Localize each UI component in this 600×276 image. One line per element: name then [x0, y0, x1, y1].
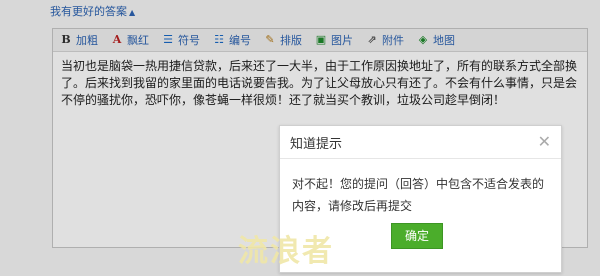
magic-wand-icon: ✎ — [265, 33, 275, 46]
toolbar-symbol-button[interactable]: ☰ 符号 — [161, 32, 200, 48]
bold-icon: B — [61, 33, 71, 46]
toolbar-bold-button[interactable]: B 加粗 — [59, 32, 98, 48]
toolbar-number-button[interactable]: ☷ 编号 — [212, 32, 251, 48]
toolbar-attachment-button[interactable]: ⇗ 附件 — [365, 32, 404, 48]
dialog-message: 对不起！您的提问（回答）中包含不适合发表的内容，请修改后再提交 — [292, 177, 545, 213]
font-color-icon: A — [112, 33, 122, 46]
better-answer-toggle[interactable]: 我有更好的答案 ▲ — [50, 3, 135, 19]
confirm-button[interactable]: 确定 — [391, 223, 443, 249]
toolbar-image-label: 图片 — [331, 34, 353, 47]
close-icon[interactable]: ✕ — [538, 134, 551, 150]
caret-up-icon: ▲ — [129, 8, 136, 17]
dialog-header: 知道提示 ✕ — [280, 126, 561, 159]
editor-text-area[interactable]: 当初也是脑袋一热用捷信贷款，后来还了一大半，由于工作原因换地址了，所有的联系方式… — [53, 52, 587, 115]
toolbar-bold-label: 加粗 — [76, 34, 98, 47]
attachment-icon: ⇗ — [367, 33, 377, 46]
toolbar-symbol-label: 符号 — [178, 34, 200, 47]
toolbar-image-button[interactable]: ▣ 图片 — [314, 32, 353, 48]
toolbar-number-label: 编号 — [229, 34, 251, 47]
toolbar-layout-label: 排版 — [280, 34, 302, 47]
toolbar-map-button[interactable]: ◈ 地图 — [416, 32, 455, 48]
image-icon: ▣ — [315, 33, 327, 46]
toolbar-map-label: 地图 — [433, 34, 455, 47]
dialog-title: 知道提示 — [290, 136, 343, 152]
better-answer-label: 我有更好的答案 — [50, 5, 127, 18]
map-icon: ◈ — [418, 33, 428, 46]
list-bullet-icon: ☰ — [163, 33, 173, 46]
toolbar-red-button[interactable]: A 飘红 — [110, 32, 149, 48]
toolbar-attachment-label: 附件 — [382, 34, 404, 47]
list-number-icon: ☷ — [214, 33, 224, 46]
editor-toolbar: B 加粗 A 飘红 ☰ 符号 ☷ 编号 ✎ 排版 ▣ 图片 ⇗ 附件 ◈ 地图 — [53, 29, 587, 52]
toolbar-red-label: 飘红 — [127, 34, 149, 47]
watermark-logo: 流浪者 — [238, 234, 334, 269]
toolbar-layout-button[interactable]: ✎ 排版 — [263, 32, 302, 48]
